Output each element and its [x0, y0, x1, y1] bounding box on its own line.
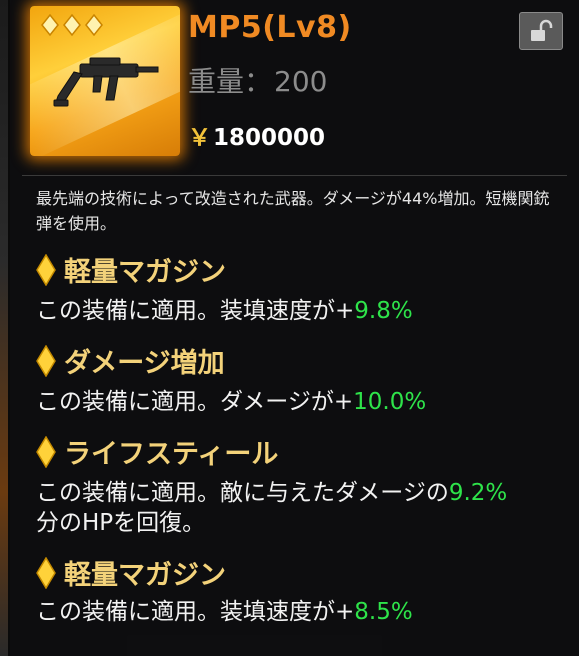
perk-description: この装備に適用。ダメージが+10.0%: [36, 387, 566, 417]
perk-title: 軽量マガジン: [36, 553, 226, 592]
item-title: MP5(Lv8): [188, 10, 352, 45]
perk-name: 軽量マガジン: [64, 257, 226, 288]
weight-value: 200: [274, 65, 328, 98]
unlocked-padlock-icon: [531, 19, 553, 41]
perk-value: 9.8%: [354, 298, 413, 324]
diamond-bullet-icon: [36, 253, 56, 286]
rarity-diamond-icon: [85, 14, 103, 36]
submachine-gun-icon: [53, 57, 159, 107]
perk-title: ライフスティール: [36, 432, 278, 471]
perk-description: この装備に適用。装填速度が+9.8%: [36, 296, 566, 326]
diamond-bullet-icon: [36, 435, 56, 468]
rarity-diamond-icon: [63, 14, 81, 36]
item-weight: 重量：200: [188, 60, 327, 100]
perk-title: ダメージ増加: [36, 341, 225, 380]
yen-icon: ￥: [188, 125, 211, 151]
rarity-stars: [40, 14, 104, 36]
perk-text: この装備に適用。ダメージが+: [36, 389, 354, 415]
item-description: 最先端の技術によって改造された武器。ダメージが44%増加。短機関銃弾を使用。: [36, 189, 550, 233]
perk-suffix: 分のHPを回復。: [36, 510, 206, 536]
perk-text: この装備に適用。装填速度が+: [36, 599, 355, 625]
perk-description: この装備に適用。装填速度が+8.5%: [36, 597, 566, 627]
item-thumbnail: [30, 6, 180, 156]
lock-toggle-button[interactable]: [519, 12, 563, 50]
divider: [22, 175, 567, 176]
diamond-bullet-icon: [36, 344, 56, 377]
perk-value: 10.0%: [353, 389, 427, 415]
perk-text: この装備に適用。装填速度が+: [36, 298, 355, 324]
diamond-bullet-icon: [36, 556, 56, 589]
perk-value: 8.5%: [354, 599, 413, 625]
perk-value: 9.2%: [448, 480, 508, 506]
perk-name: ライフスティール: [64, 439, 279, 470]
rarity-diamond-icon: [41, 14, 59, 36]
perk-title: 軽量マガジン: [36, 250, 226, 289]
perk-text: この装備に適用。敵に与えたダメージの: [36, 480, 449, 506]
perk-description: この装備に適用。敵に与えたダメージの9.2% 分のHPを回復。: [36, 478, 566, 538]
weight-label: 重量：: [188, 65, 273, 98]
perk-name: 軽量マガジン: [64, 560, 226, 591]
left-edge-decoration: [0, 0, 8, 656]
price-value: 1800000: [213, 125, 326, 151]
perk-name: ダメージ増加: [64, 348, 225, 379]
item-price: ￥1800000: [188, 118, 325, 152]
